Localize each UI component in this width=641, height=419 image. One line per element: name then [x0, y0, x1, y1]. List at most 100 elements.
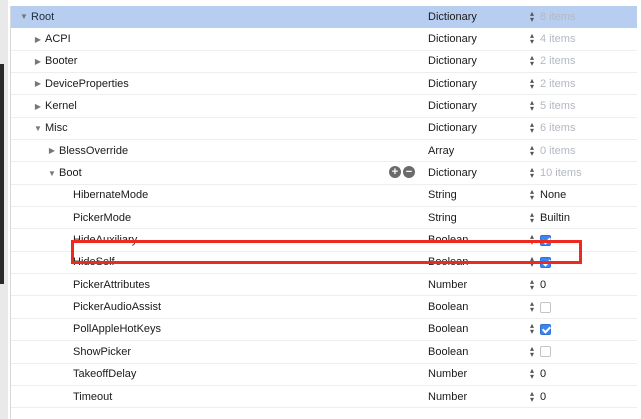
key-label[interactable]: HideSelf [73, 256, 115, 268]
disclosure-collapsed-icon[interactable]: ▶ [33, 79, 43, 88]
disclosure-expanded-icon[interactable]: ▼ [47, 169, 57, 178]
disclosure-collapsed-icon[interactable]: ▶ [47, 146, 57, 155]
checkbox-checked[interactable] [540, 234, 551, 246]
plist-row-pickerattributes[interactable]: PickerAttributes Number ▴ ▾ 0 [11, 274, 637, 297]
key-label[interactable]: DeviceProperties [45, 78, 129, 90]
plist-row-misc[interactable]: ▼ Misc Dictionary ▴ ▾ 6 items [11, 118, 638, 141]
type-cell[interactable]: Boolean [428, 252, 468, 273]
stepper-icon[interactable]: ▴ ▾ [528, 277, 536, 291]
remove-circle-icon[interactable]: − [403, 166, 415, 179]
plist-row-kernel[interactable]: ▶ Kernel Dictionary ▴ ▾ 5 items [11, 95, 638, 118]
type-cell[interactable]: Array [428, 140, 454, 161]
key-label[interactable]: PickerAudioAssist [73, 301, 161, 313]
stepper-icon[interactable]: ▴ ▾ [528, 367, 536, 381]
stepper-icon[interactable]: ▴ ▾ [528, 300, 536, 314]
plist-row-root[interactable]: ▼ Root Dictionary ▴ ▾ 8 items [11, 6, 637, 29]
stepper-icon[interactable]: ▴ ▾ [528, 255, 536, 269]
plist-row-timeout[interactable]: Timeout Number ▴ ▾ 0 [11, 386, 638, 409]
checkbox-checked[interactable] [540, 256, 551, 268]
type-cell[interactable]: Boolean [428, 296, 468, 317]
plist-row-showpicker[interactable]: ShowPicker Boolean ▴ ▾ [11, 341, 637, 364]
key-cell: ▶ BlessOverride [11, 140, 447, 161]
plist-row-blessoverride[interactable]: ▶ BlessOverride Array ▴ ▾ 0 items [11, 140, 637, 163]
disclosure-expanded-icon[interactable]: ▼ [33, 124, 43, 133]
plist-row-takeoffdelay[interactable]: TakeoffDelay Number ▴ ▾ 0 [11, 364, 637, 386]
key-label[interactable]: Kernel [45, 100, 77, 112]
checkbox-checked[interactable] [540, 323, 551, 335]
stepper-icon[interactable]: ▴ ▾ [528, 344, 536, 358]
value-cell: ▴ ▾ 6 items [528, 118, 638, 139]
key-label[interactable]: Booter [45, 55, 77, 67]
value-text[interactable]: 0 [540, 391, 546, 403]
value-text[interactable]: 0 [540, 279, 546, 291]
stepper-icon[interactable]: ▴ ▾ [528, 121, 536, 135]
plist-row-boot[interactable]: ▼ Boot + − Dictionary ▴ ▾ 10 items [11, 162, 637, 185]
key-cell: HideAuxiliary [11, 229, 461, 250]
type-cell[interactable]: Dictionary [428, 73, 477, 94]
plist-row-hideself[interactable]: HideSelf Boolean ▴ ▾ [11, 252, 637, 275]
stepper-icon[interactable]: ▴ ▾ [528, 389, 536, 403]
disclosure-expanded-icon[interactable]: ▼ [19, 12, 29, 21]
value-text[interactable]: Builtin [540, 212, 570, 224]
value-cell: ▴ ▾ 2 items [528, 73, 638, 94]
key-label[interactable]: ACPI [45, 33, 71, 45]
stepper-icon[interactable]: ▴ ▾ [528, 210, 536, 224]
type-cell[interactable]: String [428, 207, 457, 228]
key-label[interactable]: Timeout [73, 391, 112, 403]
key-label[interactable]: Boot [59, 167, 82, 179]
plist-row-pickermode[interactable]: PickerMode String ▴ ▾ Builtin [11, 207, 637, 230]
plist-row-hibernatemode[interactable]: HibernateMode String ▴ ▾ None [11, 185, 638, 208]
stepper-icon[interactable]: ▴ ▾ [528, 166, 536, 180]
type-cell[interactable]: Dictionary [428, 118, 477, 139]
plist-row-acpi[interactable]: ▶ ACPI Dictionary ▴ ▾ 4 items [11, 28, 637, 51]
stepper-icon[interactable]: ▴ ▾ [528, 99, 536, 113]
type-cell[interactable]: Dictionary [428, 162, 477, 183]
disclosure-collapsed-icon[interactable]: ▶ [33, 57, 43, 66]
type-cell[interactable]: Dictionary [428, 28, 477, 49]
stepper-icon[interactable]: ▴ ▾ [528, 143, 536, 157]
disclosure-collapsed-icon[interactable]: ▶ [33, 35, 43, 44]
type-cell[interactable]: Boolean [428, 229, 468, 250]
type-cell[interactable]: Dictionary [428, 51, 477, 72]
add-circle-icon[interactable]: + [389, 166, 401, 179]
disclosure-collapsed-icon[interactable]: ▶ [33, 102, 43, 111]
type-cell[interactable]: Number [428, 364, 467, 385]
checkbox-unchecked[interactable] [540, 301, 551, 313]
plist-row-pickeraudioassist[interactable]: PickerAudioAssist Boolean ▴ ▾ [11, 296, 637, 319]
stepper-icon[interactable]: ▴ ▾ [528, 9, 536, 23]
key-label[interactable]: ShowPicker [73, 346, 131, 358]
key-label[interactable]: TakeoffDelay [73, 368, 136, 380]
type-cell[interactable]: Number [428, 274, 467, 295]
stepper-icon[interactable]: ▴ ▾ [528, 322, 536, 336]
key-label[interactable]: PickerMode [73, 212, 131, 224]
value-cell: ▴ ▾ 0 [528, 386, 638, 407]
type-cell[interactable]: Dictionary [428, 6, 477, 27]
key-label[interactable]: HibernateMode [73, 189, 148, 201]
value-text[interactable]: 0 [540, 368, 546, 380]
stepper-icon[interactable]: ▴ ▾ [528, 76, 536, 90]
key-label[interactable]: Misc [45, 122, 68, 134]
plist-row-pollapplehotkeys[interactable]: PollAppleHotKeys Boolean ▴ ▾ [11, 319, 637, 342]
plist-row-deviceproperties[interactable]: ▶ DeviceProperties Dictionary ▴ ▾ 2 items [11, 73, 638, 96]
value-cell: ▴ ▾ None [528, 185, 638, 206]
stepper-icon[interactable]: ▴ ▾ [528, 54, 536, 68]
type-cell[interactable]: String [428, 185, 457, 206]
key-label[interactable]: PollAppleHotKeys [73, 323, 161, 335]
stepper-icon[interactable]: ▴ ▾ [528, 188, 536, 202]
type-cell[interactable]: Boolean [428, 319, 468, 340]
value-text[interactable]: None [540, 189, 566, 201]
key-label[interactable]: PickerAttributes [73, 279, 150, 291]
plist-row-hideauxiliary[interactable]: HideAuxiliary Boolean ▴ ▾ [11, 229, 637, 252]
value-cell: ▴ ▾ 5 items [528, 95, 638, 116]
type-cell[interactable]: Number [428, 386, 467, 407]
stepper-icon[interactable]: ▴ ▾ [528, 32, 536, 46]
key-cell: PickerAudioAssist [11, 296, 461, 317]
type-cell[interactable]: Dictionary [428, 95, 477, 116]
key-label[interactable]: HideAuxiliary [73, 234, 137, 246]
type-cell[interactable]: Boolean [428, 341, 468, 362]
stepper-icon[interactable]: ▴ ▾ [528, 233, 536, 247]
plist-row-booter[interactable]: ▶ Booter Dictionary ▴ ▾ 2 items [11, 51, 637, 74]
key-label[interactable]: Root [31, 11, 54, 23]
key-label[interactable]: BlessOverride [59, 145, 128, 157]
checkbox-unchecked[interactable] [540, 346, 551, 358]
